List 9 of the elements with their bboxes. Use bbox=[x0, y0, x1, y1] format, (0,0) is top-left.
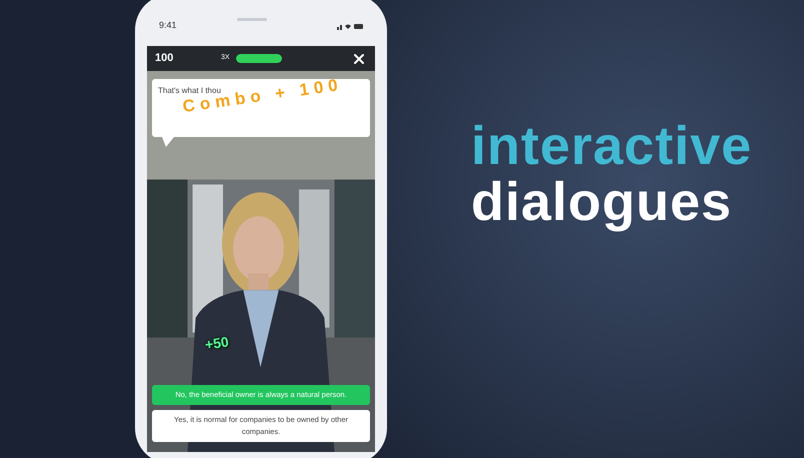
points-popup: +50 bbox=[204, 332, 230, 355]
status-time: 9:41 bbox=[159, 19, 177, 32]
headline-text: interactive bbox=[471, 118, 752, 174]
notch-icon bbox=[237, 18, 267, 21]
score: 100 bbox=[155, 51, 174, 66]
bubble-text: That's what I thou bbox=[158, 86, 221, 95]
headline-text: dialogues bbox=[471, 174, 734, 230]
status-icons bbox=[337, 22, 363, 30]
combo-meter bbox=[236, 54, 282, 63]
